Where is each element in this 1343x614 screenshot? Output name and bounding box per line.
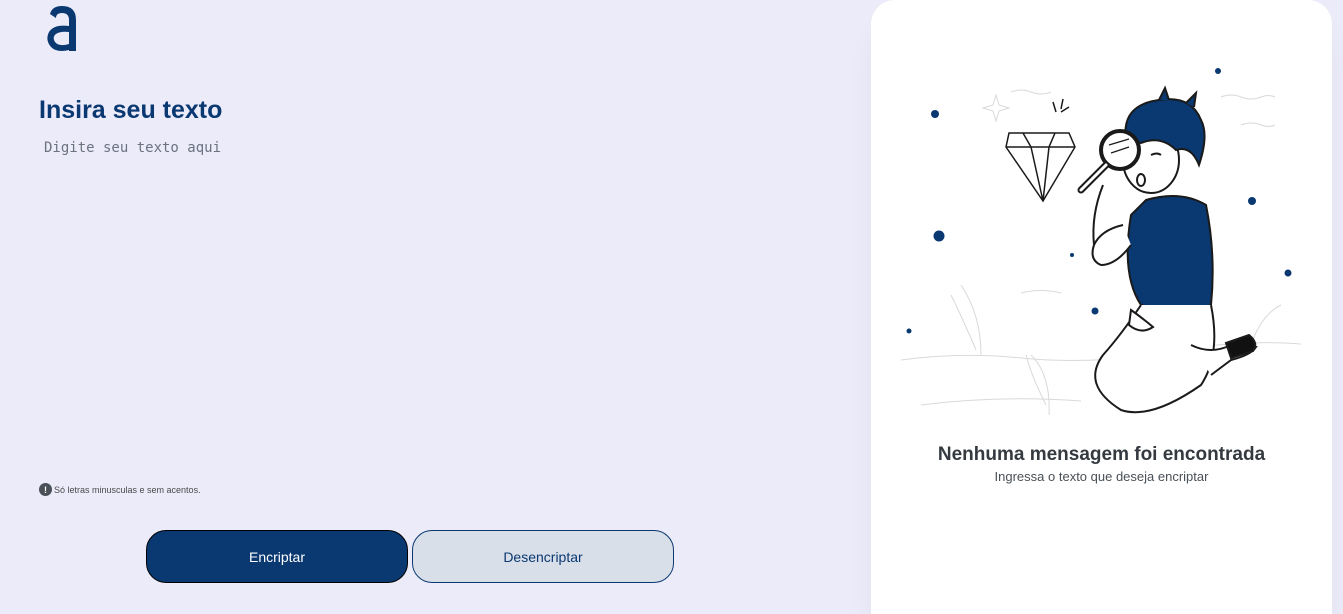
page-title: Insira seu texto (39, 96, 223, 124)
alura-logo-icon[interactable] (44, 4, 80, 54)
output-panel: Nenhuma mensagem foi encontrada Ingressa… (871, 0, 1332, 614)
input-section: Insira seu texto ! Só letras minusculas … (0, 0, 871, 614)
person-with-magnifier-diamond-illustration (891, 55, 1311, 425)
exclamation-circle-icon: ! (39, 483, 52, 496)
input-hint: ! Só letras minusculas e sem acentos. (39, 483, 201, 496)
hint-text: Só letras minusculas e sem acentos. (54, 484, 201, 495)
empty-state-subtitle: Ingressa o texto que deseja encriptar (994, 469, 1209, 484)
encrypt-button[interactable]: Encriptar (146, 530, 408, 583)
empty-state-title: Nenhuma mensagem foi encontrada (937, 444, 1266, 465)
text-input[interactable] (44, 140, 824, 460)
decrypt-button[interactable]: Desencriptar (412, 530, 674, 583)
